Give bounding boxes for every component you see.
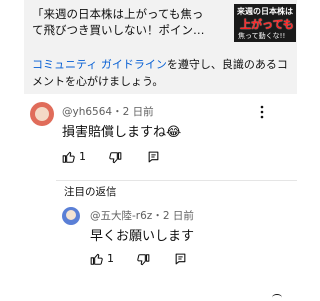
reply-like-button[interactable]: [90, 252, 104, 266]
reply-dislike-button[interactable]: [136, 253, 150, 267]
reply-time[interactable]: 2 日前: [163, 210, 194, 222]
thumbs-up-icon: [90, 253, 103, 265]
reply-author[interactable]: @五大陸-r6z: [90, 210, 152, 222]
comment-text: 損害賠償しますね😂: [62, 125, 182, 140]
meta-separator: ・: [112, 106, 123, 118]
reply-text: 早くお願いします: [90, 229, 195, 244]
reply-meta: @五大陸-r6z・2 日前: [90, 208, 194, 223]
featured-reply-label: 注目の返信: [64, 186, 117, 198]
thumbnail-caption-2: 上がっても: [240, 18, 294, 31]
reply-divider: [56, 180, 297, 181]
guideline-notice: コミュニティ ガイドラインを遵守し、良識のあるコメントを心がけましょう。: [24, 52, 297, 94]
reply-button[interactable]: [147, 150, 160, 164]
video-title[interactable]: 「来週の日本株は上がっても焦っ て飛びつき買いしない！ポイン…: [32, 6, 224, 38]
comment-meta: @yh6564・2 日前: [62, 104, 154, 119]
thumbs-up-icon: [62, 151, 75, 163]
dislike-button[interactable]: [108, 151, 122, 165]
avatar[interactable]: [30, 102, 54, 126]
thumbs-down-icon: [109, 152, 122, 164]
thumbs-down-icon: [137, 254, 150, 266]
reply-reply-button[interactable]: [174, 252, 187, 266]
more-vert-icon[interactable]: [256, 104, 268, 119]
community-guidelines-link[interactable]: コミュニティ ガイドライン: [32, 58, 167, 71]
video-title-line1: 「来週の日本株は上がっても焦っ: [32, 7, 204, 21]
notice-text: コミュニティ ガイドラインを遵守し、良識のあるコメントを心がけましょう。: [32, 56, 294, 90]
reply-icon: [175, 253, 186, 265]
like-count: 1: [79, 150, 86, 163]
reply-meta-separator: ・: [152, 210, 163, 222]
video-title-line2: て飛びつき買いしない！ポイン…: [32, 23, 205, 37]
reply-avatar[interactable]: [62, 207, 80, 225]
thumbnail-caption-3: 焦って動くな!!: [238, 32, 286, 40]
comment-author[interactable]: @yh6564: [62, 106, 112, 118]
reply-like-count: 1: [107, 252, 114, 265]
video-card[interactable]: 「来週の日本株は上がっても焦っ て飛びつき買いしない！ポイン… 来週の日本株は …: [24, 0, 297, 52]
video-thumbnail[interactable]: 来週の日本株は 上がっても 焦って動くな!!: [234, 4, 296, 42]
comment-time[interactable]: 2 日前: [123, 106, 154, 118]
like-button[interactable]: [62, 150, 76, 164]
reply-icon: [148, 151, 159, 163]
